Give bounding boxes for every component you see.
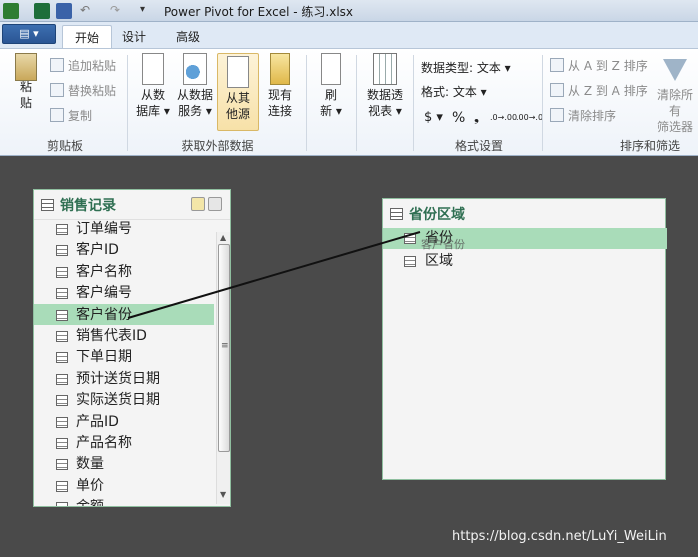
watermark: https://blog.csdn.net/LuYi_WeiLin <box>452 529 667 544</box>
relationship-line[interactable] <box>127 231 421 319</box>
relationship-line-layer <box>127 231 421 319</box>
